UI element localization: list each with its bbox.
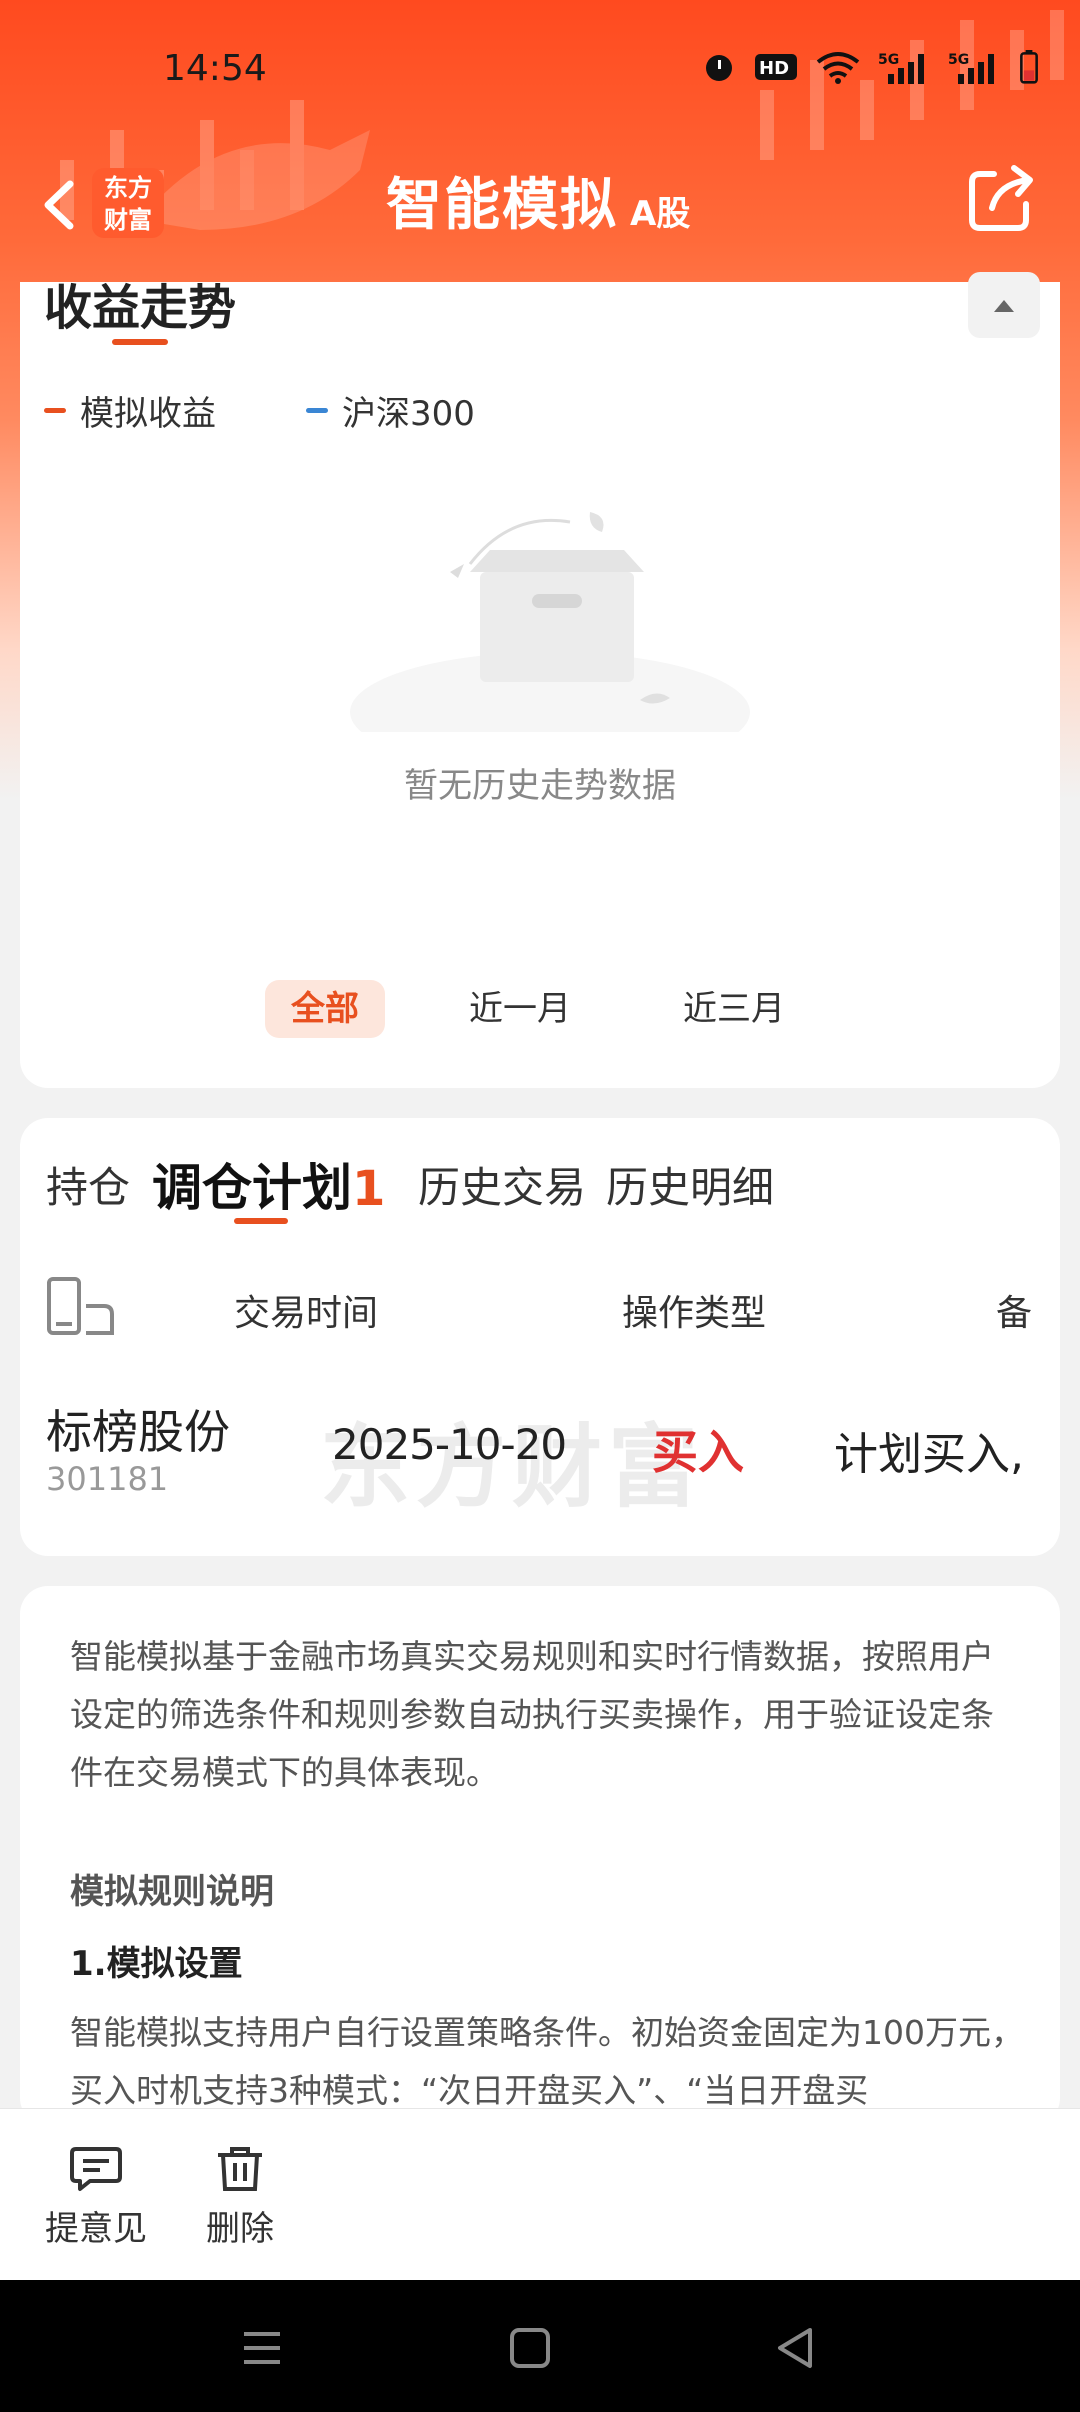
empty-chart-message: 暂无历史走势数据 (404, 766, 676, 806)
legend-swatch (306, 408, 328, 413)
earnings-trend-card: 收益走势 模拟收益 沪深300 暂无历史走势数据 全部 近一月 近三月 (20, 272, 1060, 1088)
page-title: 智能模拟 (386, 173, 618, 238)
tab-holdings[interactable]: 持仓 (46, 1154, 130, 1215)
trash-icon (218, 2147, 262, 2191)
legend-swatch (44, 408, 66, 413)
intro-description: 智能模拟基于金融市场真实交易规则和实时行情数据，按照用户设定的筛选条件和规则参数… (70, 1637, 994, 1792)
title-underline (112, 339, 168, 345)
back-icon[interactable] (770, 2322, 822, 2374)
legend-label: 沪深300 (342, 394, 475, 434)
intro-card: 智能模拟基于金融市场真实交易规则和实时行情数据，按照用户设定的筛选条件和规则参数… (20, 1586, 1060, 2126)
legend-item-simulated: 模拟收益 (44, 386, 216, 435)
collapse-button[interactable] (968, 272, 1040, 338)
column-header-trade-time: 交易时间 (234, 1293, 379, 1334)
earnings-trend-title: 收益走势 (44, 280, 237, 336)
signal-5g-icon: 5G (948, 52, 994, 84)
tab-trade-history[interactable]: 历史交易 (418, 1154, 586, 1215)
rules-section-text: 智能模拟支持用户自行设置策略条件。初始资金固定为100万元，买入时机支持3种模式… (70, 2013, 1024, 2110)
feedback-label: 提意见 (45, 2209, 147, 2249)
chart-legend: 模拟收益 沪深300 (44, 386, 475, 435)
rebalance-plan-card: 持仓 调仓计划1 历史交易 历史明细 交易时间 操作类型 备 东方财富 标榜股份… (20, 1118, 1060, 1556)
plan-count-badge: 1 (352, 1161, 386, 1217)
stock-name: 标榜股份 (46, 1405, 230, 1459)
status-time: 14:54 (163, 48, 267, 89)
column-header-operation-type: 操作类型 (622, 1293, 767, 1334)
range-tab-all[interactable]: 全部 (265, 980, 385, 1038)
eastmoney-logo: 东方 财富 (92, 168, 164, 238)
back-button[interactable] (30, 170, 90, 240)
share-button[interactable] (964, 160, 1040, 236)
wifi-icon (816, 52, 860, 84)
stock-code: 301181 (46, 1460, 169, 1498)
operation-type: 买入 (652, 1425, 744, 1479)
feedback-button[interactable]: 提意见 (36, 2145, 156, 2250)
rules-section-title: 1.模拟设置 (70, 1944, 243, 1984)
alarm-icon (706, 55, 732, 81)
menu-icon[interactable] (236, 2322, 288, 2374)
rules-title: 模拟规则说明 (70, 1872, 274, 1912)
status-bar: 14:54 HD 5G 5G (0, 0, 1080, 140)
empty-box-illustration (350, 512, 750, 732)
svg-text:HD: HD (759, 58, 789, 79)
feedback-icon (70, 2147, 122, 2191)
tab-history-details[interactable]: 历史明细 (606, 1154, 774, 1215)
tab-rebalance-plan-label: 调仓计划 (152, 1159, 352, 1217)
range-tab-1m[interactable]: 近一月 (460, 980, 580, 1038)
bottom-action-bar: 提意见 删除 (0, 2108, 1080, 2280)
remark-text: 计划买入, (834, 1429, 1024, 1480)
tab-rebalance-plan[interactable]: 调仓计划1 (152, 1148, 385, 1220)
page-subtitle: A股 (630, 194, 691, 234)
active-tab-underline (234, 1218, 288, 1224)
range-tab-3m[interactable]: 近三月 (674, 980, 794, 1038)
svg-text:5G: 5G (948, 52, 969, 68)
svg-text:5G: 5G (878, 52, 899, 68)
delete-button[interactable]: 删除 (180, 2145, 300, 2250)
logo-text-line2: 财富 (104, 206, 152, 234)
system-navigation-bar (0, 2280, 1080, 2412)
delete-label: 删除 (206, 2209, 274, 2249)
column-header-remark: 备 (996, 1293, 1033, 1334)
nav-bar: 东方 财富 智能模拟 A股 (0, 140, 1080, 280)
layout-toggle-icon[interactable] (46, 1276, 116, 1336)
signal-5g-icon: 5G (878, 52, 924, 84)
logo-text-line1: 东方 (104, 174, 152, 202)
hd-icon: HD (755, 54, 797, 80)
legend-label: 模拟收益 (80, 394, 216, 434)
battery-icon (1020, 50, 1038, 84)
home-icon[interactable] (504, 2322, 556, 2374)
trade-date: 2025-10-20 (332, 1420, 567, 1469)
legend-item-hs300: 沪深300 (306, 386, 475, 435)
